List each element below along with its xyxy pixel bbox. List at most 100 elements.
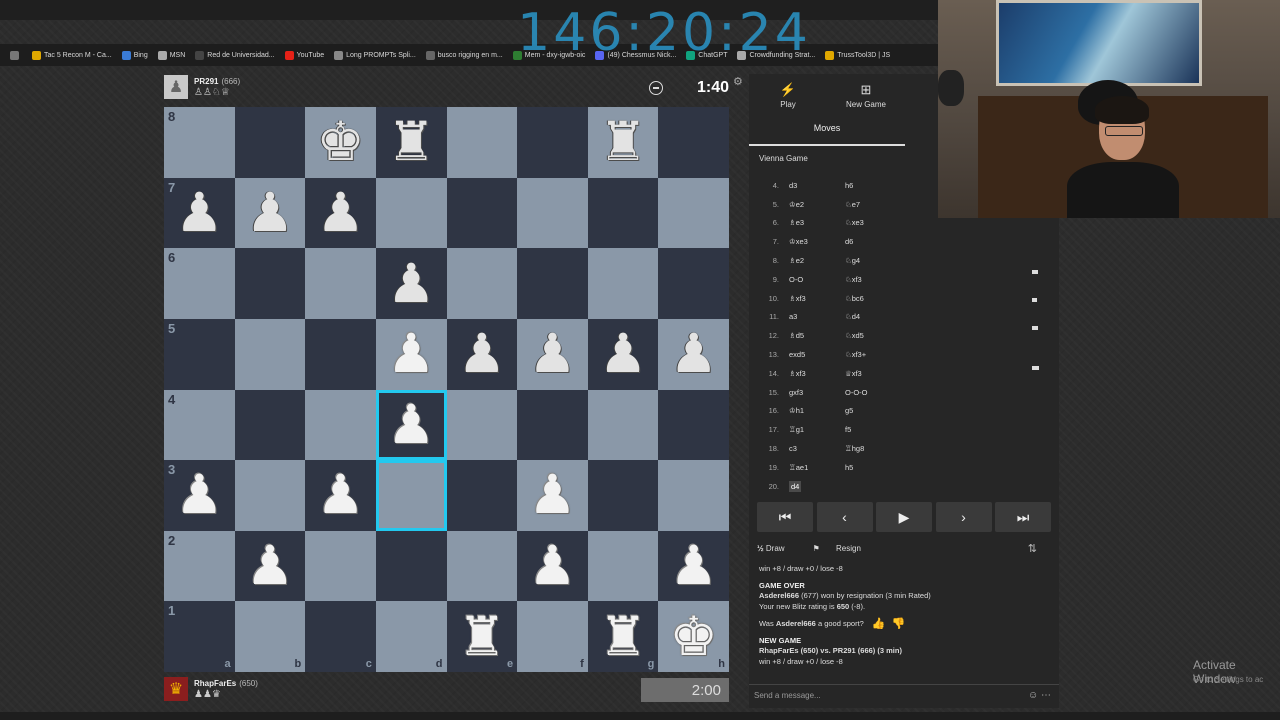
white-move[interactable]: ♗xf3 xyxy=(789,369,806,378)
tab-moves[interactable]: Moves xyxy=(749,120,905,146)
avatar[interactable]: ♟ xyxy=(164,75,188,99)
square-f8[interactable] xyxy=(517,107,588,178)
black-pawn-piece[interactable]: ♟ xyxy=(316,185,364,240)
black-move[interactable]: ♘xf3+ xyxy=(845,350,915,359)
square-d5[interactable]: ♟ xyxy=(375,318,447,390)
square-d6[interactable]: ♟ xyxy=(375,248,447,319)
black-pawn-piece[interactable]: ♟ xyxy=(599,327,647,381)
black-move[interactable]: d6 xyxy=(845,237,915,246)
white-move[interactable]: ♗e3 xyxy=(789,218,804,227)
white-move[interactable]: ♖g1 xyxy=(789,425,804,434)
black-pawn-piece[interactable]: ♟ xyxy=(458,327,506,381)
square-b5[interactable] xyxy=(234,318,306,390)
tab-new-game[interactable]: ⊞ New Game xyxy=(827,74,905,118)
square-c6[interactable] xyxy=(305,248,376,319)
white-pawn-piece[interactable]: ♟ xyxy=(528,539,576,593)
square-d8[interactable]: ♜ xyxy=(375,107,447,178)
square-e1[interactable]: e ♜ xyxy=(446,601,518,672)
black-rook-piece[interactable]: ♜ xyxy=(599,115,647,169)
square-b2[interactable]: ♟ xyxy=(234,530,306,602)
square-a7[interactable]: 7 ♟ xyxy=(164,177,235,249)
thumbs-up-icon[interactable]: 👍 xyxy=(872,619,886,630)
white-move[interactable]: ♔xe3 xyxy=(789,237,808,246)
white-move[interactable]: c3 xyxy=(789,444,797,453)
white-move[interactable]: ♗e2 xyxy=(789,256,804,265)
thumbs-down-icon[interactable]: 👎 xyxy=(892,619,906,630)
white-move[interactable]: ♗d5 xyxy=(789,331,804,340)
square-a8[interactable]: 8 xyxy=(164,107,235,178)
square-g7[interactable] xyxy=(587,177,659,249)
black-move[interactable]: ♘e7 xyxy=(845,200,915,209)
square-b1[interactable]: b xyxy=(234,601,306,672)
bookmark-item[interactable]: Bing xyxy=(121,50,148,60)
square-f2[interactable]: ♟ xyxy=(517,530,588,602)
emoji-icon[interactable]: ☺ ⋯ xyxy=(1028,690,1051,701)
white-move[interactable]: ♔e2 xyxy=(789,200,804,209)
next-move-button[interactable]: › xyxy=(935,502,992,532)
square-e4[interactable] xyxy=(446,389,518,461)
black-pawn-piece[interactable]: ♟ xyxy=(387,256,435,311)
white-rook-piece[interactable]: ♜ xyxy=(458,609,506,664)
square-a2[interactable]: 2 xyxy=(164,530,235,602)
black-move[interactable]: h5 xyxy=(845,463,915,472)
white-move[interactable]: O-O xyxy=(789,275,803,284)
square-c8[interactable]: ♚ xyxy=(305,107,376,178)
square-c3[interactable]: ♟ xyxy=(305,460,376,531)
black-move[interactable]: h6 xyxy=(845,181,915,190)
white-rook-piece[interactable]: ♜ xyxy=(599,609,647,664)
square-g4[interactable] xyxy=(587,389,659,461)
previous-move-button[interactable]: ‹ xyxy=(816,502,873,532)
white-move[interactable]: exd5 xyxy=(789,350,805,359)
black-pawn-piece[interactable]: ♟ xyxy=(528,327,576,381)
black-move[interactable]: ♘bc6 xyxy=(845,294,915,303)
square-e6[interactable] xyxy=(446,248,518,319)
first-move-button[interactable]: ⏮ xyxy=(757,502,813,532)
square-c4[interactable] xyxy=(305,389,376,461)
black-move[interactable]: f5 xyxy=(845,425,915,434)
square-f1[interactable]: f xyxy=(517,601,588,672)
black-move[interactable]: ♘g4 xyxy=(845,256,915,265)
square-f5[interactable]: ♟ xyxy=(517,318,588,390)
square-c7[interactable]: ♟ xyxy=(305,177,376,249)
message-input[interactable]: Send a message... ☺ ⋯ xyxy=(749,684,1059,706)
black-move[interactable]: g5 xyxy=(845,406,915,415)
white-pawn-piece[interactable]: ♟ xyxy=(387,327,435,381)
black-king-piece[interactable]: ♚ xyxy=(316,115,364,169)
square-f7[interactable] xyxy=(517,177,588,249)
square-c2[interactable] xyxy=(305,530,376,602)
white-move[interactable]: ♔h1 xyxy=(789,406,804,415)
square-b7[interactable]: ♟ xyxy=(234,177,306,249)
square-h8[interactable] xyxy=(658,107,729,178)
black-rook-piece[interactable]: ♜ xyxy=(387,115,435,169)
square-a6[interactable]: 6 xyxy=(164,248,235,319)
square-d3[interactable] xyxy=(375,460,447,531)
square-h1[interactable]: h ♚ xyxy=(658,601,729,672)
gear-icon[interactable]: ⚙ xyxy=(733,75,743,88)
top-player-name[interactable]: PR291 xyxy=(194,77,218,86)
bookmark-item[interactable]: Long PROMPTs Spli... xyxy=(334,50,416,60)
square-c5[interactable] xyxy=(305,318,376,390)
white-move[interactable]: gxf3 xyxy=(789,388,803,397)
resign-button[interactable]: ⚑ Resign xyxy=(813,544,875,553)
black-move[interactable]: ♘xf3 xyxy=(845,275,915,284)
black-move[interactable]: ♕xf3 xyxy=(845,369,915,378)
square-b3[interactable] xyxy=(234,460,306,531)
black-move[interactable]: ♘xd5 xyxy=(845,331,915,340)
black-move[interactable]: ♘d4 xyxy=(845,312,915,321)
square-e2[interactable] xyxy=(446,530,518,602)
bookmark-item[interactable]: Tac 5 Recon M - Ca... xyxy=(32,50,112,60)
white-pawn-piece[interactable]: ♟ xyxy=(246,539,294,593)
white-pawn-piece[interactable]: ♟ xyxy=(387,397,435,452)
square-f3[interactable]: ♟ xyxy=(517,460,588,531)
winner-name[interactable]: Asderel666 xyxy=(759,591,799,600)
square-h2[interactable]: ♟ xyxy=(658,530,729,602)
square-d4[interactable]: ♟ xyxy=(375,389,447,461)
square-h4[interactable] xyxy=(658,389,729,461)
bookmark-item[interactable]: YouTube xyxy=(284,50,324,60)
square-g5[interactable]: ♟ xyxy=(587,318,659,390)
square-a5[interactable]: 5 xyxy=(164,318,235,390)
square-h7[interactable] xyxy=(658,177,729,249)
square-h6[interactable] xyxy=(658,248,729,319)
avatar[interactable]: ♛ xyxy=(164,677,188,701)
square-g8[interactable]: ♜ xyxy=(587,107,659,178)
